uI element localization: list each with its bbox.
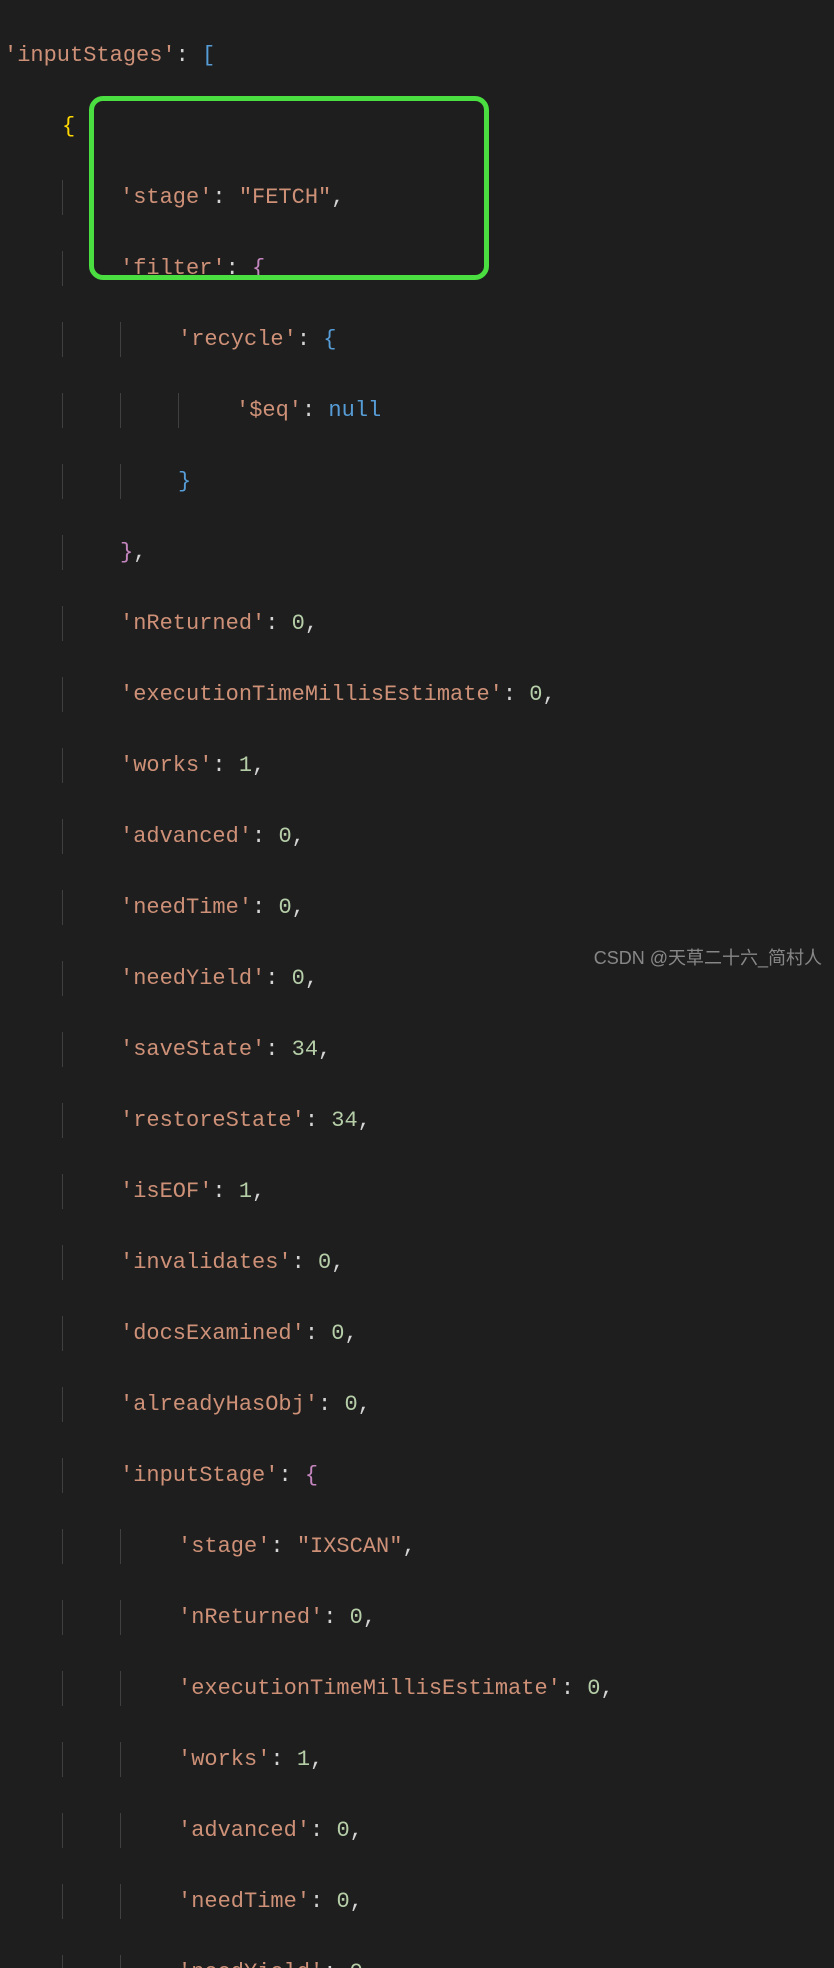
code-line: 'advanced': 0, xyxy=(4,1813,834,1849)
code-line: 'isEOF': 1, xyxy=(4,1174,834,1210)
code-line: 'restoreState': 34, xyxy=(4,1103,834,1139)
code-line: 'recycle': { xyxy=(4,322,834,358)
code-line: 'works': 1, xyxy=(4,748,834,784)
code-line: 'inputStage': { xyxy=(4,1458,834,1494)
code-line: 'needTime': 0, xyxy=(4,1884,834,1920)
code-line: 'alreadyHasObj': 0, xyxy=(4,1387,834,1423)
code-line: 'stage': "IXSCAN", xyxy=(4,1529,834,1565)
code-line: 'nReturned': 0, xyxy=(4,606,834,642)
code-line: 'works': 1, xyxy=(4,1742,834,1778)
code-line: 'needTime': 0, xyxy=(4,890,834,926)
code-line: 'executionTimeMillisEstimate': 0, xyxy=(4,1671,834,1707)
watermark-text: CSDN @天草二十六_简村人 xyxy=(594,941,822,977)
code-line: 'invalidates': 0, xyxy=(4,1245,834,1281)
code-line: 'stage': "FETCH", xyxy=(4,180,834,216)
code-line: { xyxy=(4,109,834,145)
code-line: 'saveState': 34, xyxy=(4,1032,834,1068)
code-line: 'executionTimeMillisEstimate': 0, xyxy=(4,677,834,713)
code-line: }, xyxy=(4,535,834,571)
code-view[interactable]: 'inputStages': [ { 'stage': "FETCH", 'fi… xyxy=(4,2,834,1968)
code-line: 'inputStages': [ xyxy=(4,38,834,74)
code-line: 'advanced': 0, xyxy=(4,819,834,855)
code-line: } xyxy=(4,464,834,500)
code-line: '$eq': null xyxy=(4,393,834,429)
code-line: 'docsExamined': 0, xyxy=(4,1316,834,1352)
code-line: 'needYield': 0 xyxy=(4,1955,834,1968)
code-line: 'nReturned': 0, xyxy=(4,1600,834,1636)
code-line: 'filter': { xyxy=(4,251,834,287)
